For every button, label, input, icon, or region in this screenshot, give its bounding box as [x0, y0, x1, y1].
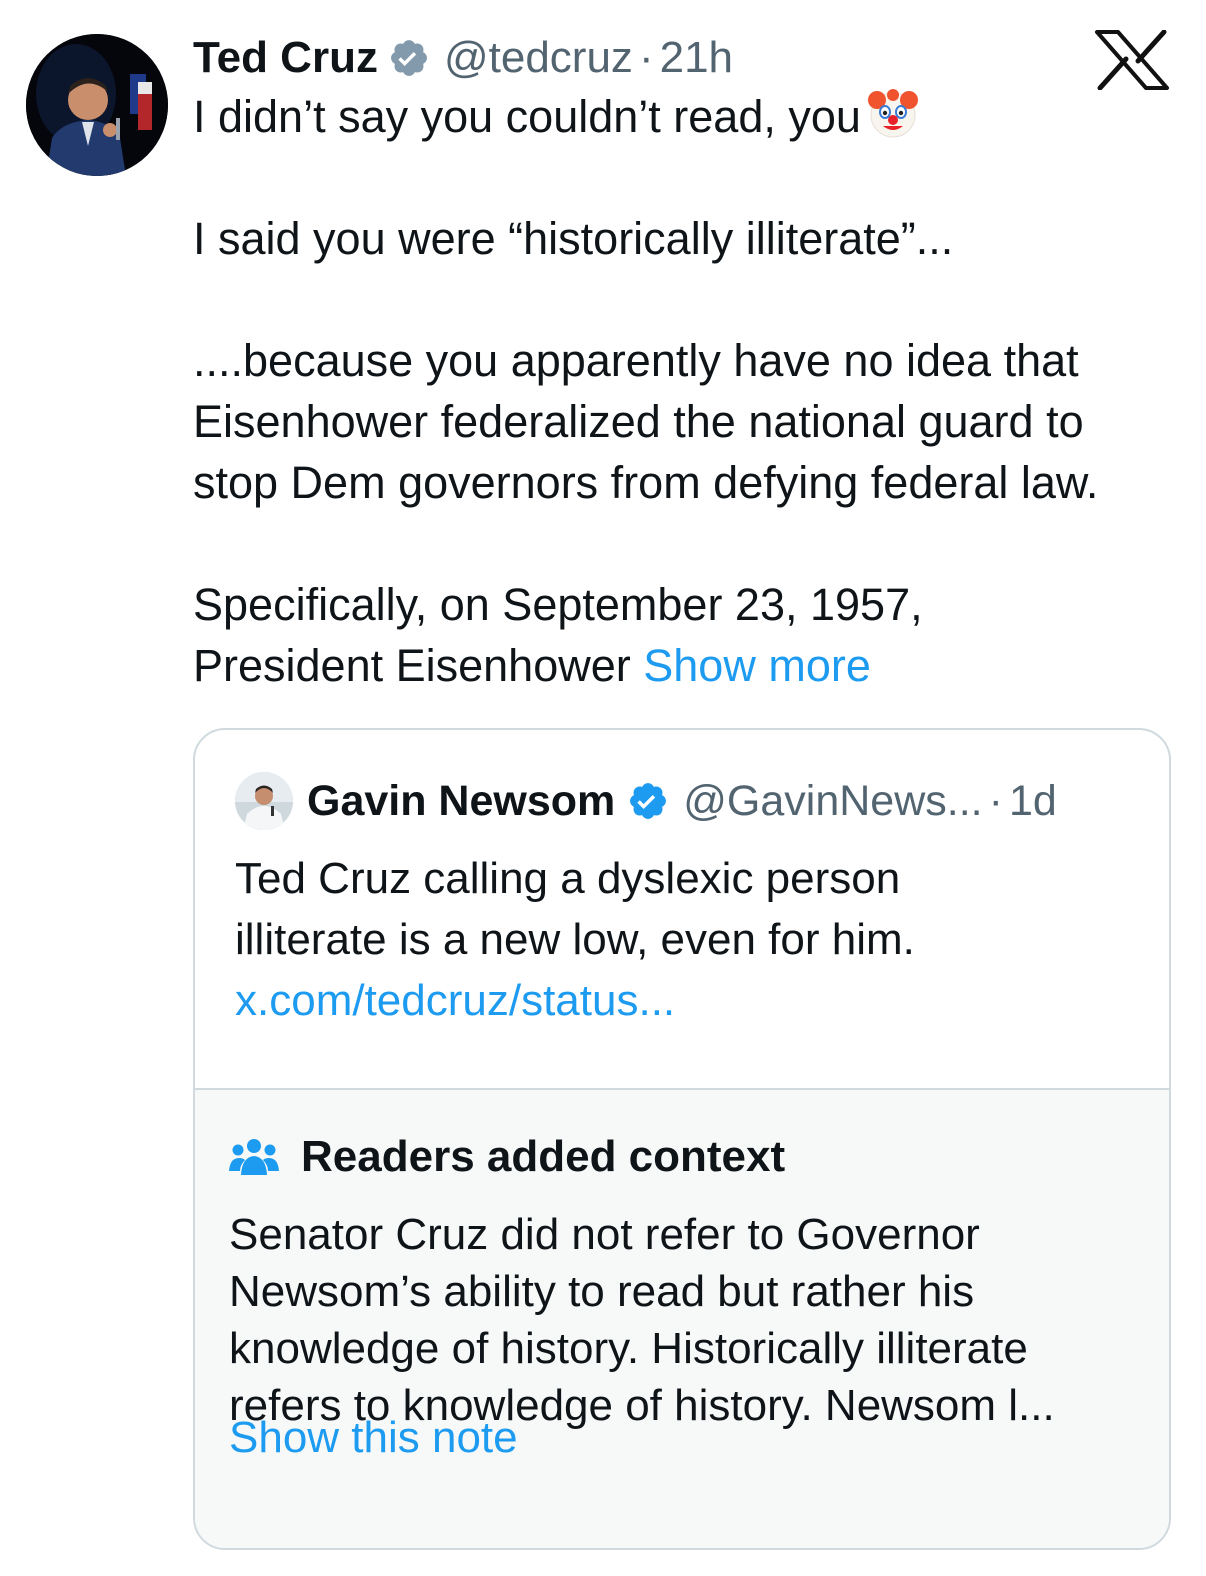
profile-photo-icon [235, 772, 293, 830]
profile-photo-icon [26, 34, 168, 176]
people-icon [229, 1139, 279, 1175]
tweet-line-blank [193, 147, 1183, 208]
tweet-body: I didn’t say you couldn’t read, you I sa… [193, 86, 1183, 696]
tweet-line: stop Dem governors from defying federal … [193, 457, 1099, 508]
quoted-tweet-line: illiterate is a new low, even for him. [235, 915, 915, 964]
tweet-line: I didn’t say you couldn’t read, you [193, 86, 1183, 147]
author-handle[interactable]: @tedcruz [444, 30, 633, 86]
tweet-line: President Eisenhower Show more [193, 640, 871, 691]
quoted-author-avatar[interactable] [235, 772, 293, 830]
author-name[interactable]: Ted Cruz [193, 30, 378, 86]
author-avatar[interactable] [26, 34, 168, 176]
quoted-tweet-link[interactable]: x.com/tedcruz/status... [235, 970, 1135, 1031]
verified-badge-icon [630, 783, 667, 819]
tweet-time[interactable]: 21h [660, 30, 733, 86]
x-logo-icon [1095, 30, 1169, 90]
quoted-tweet-line: Ted Cruz calling a dyslexic person [235, 854, 901, 903]
show-more-link[interactable]: Show more [643, 640, 871, 691]
tweet-line: I said you were “historically illiterate… [193, 213, 954, 264]
community-note-header: Readers added context [229, 1128, 785, 1186]
tweet-line-blank [193, 269, 1183, 330]
community-note-body: Senator Cruz did not refer to Governor N… [229, 1206, 1149, 1434]
community-note-line: knowledge of history. Historically illit… [229, 1324, 1028, 1373]
tweet-line: Eisenhower federalized the national guar… [193, 396, 1084, 447]
community-note-line: Senator Cruz did not refer to Governor [229, 1210, 980, 1259]
tweet-line-blank [193, 513, 1183, 574]
clown-face-icon [867, 89, 918, 138]
verified-badge-icon [391, 40, 427, 76]
quoted-tweet-time[interactable]: 1d [1009, 777, 1057, 826]
quoted-tweet-header: Gavin Newsom @GavinNews... · 1d [307, 772, 1057, 830]
tweet-header: Ted Cruz @tedcruz · 21h [193, 30, 733, 86]
quoted-author-handle[interactable]: @GavinNews... [683, 777, 982, 826]
tweet-line: ....because you apparently have no idea … [193, 335, 1079, 386]
show-this-note-link[interactable]: Show this note [229, 1408, 518, 1468]
separator-dot: · [638, 33, 654, 82]
community-note: Readers added context Senator Cruz did n… [195, 1088, 1169, 1548]
quoted-tweet[interactable]: Gavin Newsom @GavinNews... · 1d Ted Cruz… [193, 728, 1171, 1550]
community-note-line: Newsom’s ability to read but rather his [229, 1267, 975, 1316]
separator-dot: · [988, 776, 1003, 825]
tweet-line: Specifically, on September 23, 1957, [193, 579, 923, 630]
quoted-tweet-body: Ted Cruz calling a dyslexic person illit… [235, 848, 1135, 1031]
community-note-title: Readers added context [301, 1132, 786, 1181]
quoted-author-name[interactable]: Gavin Newsom [307, 777, 615, 826]
